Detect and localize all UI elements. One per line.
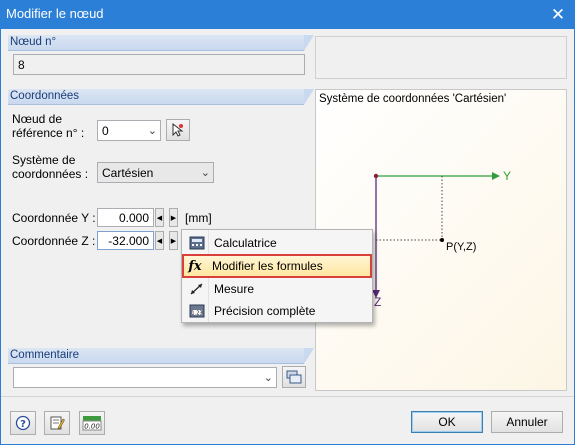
y-axis-arrow [492, 172, 500, 180]
coord-y-unit: [mm] [185, 211, 212, 225]
coord-z-input[interactable]: -32.000 [97, 231, 154, 250]
y-axis-label: Y [503, 169, 512, 183]
system-label-line2: coordonnées : [12, 167, 89, 181]
chevron-down-icon: ⌄ [147, 125, 157, 137]
library-icon [286, 370, 302, 384]
menu-item-measure[interactable]: Mesure [184, 278, 371, 300]
system-label-line1: Système de [12, 153, 76, 167]
coord-z-spin-right[interactable]: ▶ [169, 231, 178, 250]
comment-group-header: Commentaire [8, 348, 314, 364]
svg-text:0.00: 0.00 [84, 423, 100, 431]
node-number-value: 8 [18, 58, 25, 72]
point-p [440, 238, 444, 242]
ref-node-label-line1: Nœud de [12, 112, 63, 126]
calculator-icon [188, 234, 206, 252]
menu-item-full-precision[interactable]: 1.23 Précision complète [184, 300, 371, 322]
menu-item-edit-formulas[interactable]: fx Modifier les formules [182, 254, 372, 278]
dialog-body: Nœud n° 8 Coordonnées Nœud de référence … [0, 29, 575, 445]
ref-node-label: Nœud de référence n° : [12, 112, 84, 140]
close-icon[interactable]: ✕ [541, 0, 575, 29]
decimal-precision-icon: 0.00 [82, 416, 102, 431]
precision-button[interactable]: 0.00 [79, 411, 105, 435]
coord-system-value: Cartésien [102, 166, 154, 180]
coord-y-spin-left[interactable]: ◀ [155, 208, 164, 227]
coord-y-input[interactable]: 0.000 [97, 208, 154, 227]
ref-node-value: 0 [102, 124, 109, 138]
cancel-button[interactable]: Annuler [491, 411, 563, 433]
coord-y-label: Coordonnée Y : [12, 211, 96, 225]
measure-icon [188, 280, 206, 298]
menu-item-label: Calculatrice [214, 236, 277, 250]
ref-node-label-line2: référence n° : [12, 126, 85, 140]
coords-group-title: Coordonnées [10, 90, 80, 102]
z-axis-label: Z [374, 295, 382, 309]
comment-input[interactable]: ⌄ [13, 367, 277, 388]
coord-y-spin-right[interactable]: ▶ [169, 208, 178, 227]
coord-system-select[interactable]: Cartésien ⌄ [97, 162, 214, 183]
menu-item-label: Précision complète [214, 304, 316, 318]
pick-node-button[interactable] [166, 119, 190, 141]
chevron-down-icon: ⌄ [263, 372, 273, 384]
node-group-title: Nœud n° [10, 36, 57, 48]
edit-button[interactable] [44, 411, 70, 435]
point-label: P(Y,Z) [446, 241, 477, 253]
fx-icon: fx [188, 258, 202, 274]
svg-text:1.23: 1.23 [191, 311, 202, 317]
coords-group-header: Coordonnées [8, 89, 314, 105]
window-title: Modifier le nœud [6, 6, 104, 21]
system-label: Système de coordonnées : [12, 153, 88, 181]
menu-item-calculator[interactable]: Calculatrice [184, 232, 371, 254]
node-number-field: 8 [13, 54, 305, 75]
coord-z-label: Coordonnée Z : [12, 234, 96, 248]
edit-pencil-icon [50, 416, 65, 430]
menu-item-label: Mesure [214, 282, 255, 296]
svg-text:?: ? [20, 419, 26, 430]
footer-divider [1, 396, 574, 397]
context-menu: Calculatrice fx Modifier les formules Me… [181, 229, 373, 323]
comment-group-title: Commentaire [10, 349, 80, 361]
title-bar: Modifier le nœud ✕ [0, 0, 575, 29]
precision-icon: 1.23 [188, 302, 206, 320]
help-icon: ? [15, 415, 31, 431]
node-group-header: Nœud n° [8, 35, 314, 51]
chevron-down-icon: ⌄ [200, 167, 210, 179]
menu-item-label: Modifier les formules [212, 259, 323, 273]
origin-point [373, 173, 379, 179]
preview-top-panel [315, 36, 567, 79]
pick-arrow-icon [172, 122, 184, 137]
help-button[interactable]: ? [10, 411, 36, 435]
comment-library-button[interactable] [282, 366, 306, 388]
ref-node-select[interactable]: 0 ⌄ [97, 120, 161, 141]
ok-button[interactable]: OK [411, 411, 483, 433]
coord-z-spin-left[interactable]: ◀ [155, 231, 164, 250]
